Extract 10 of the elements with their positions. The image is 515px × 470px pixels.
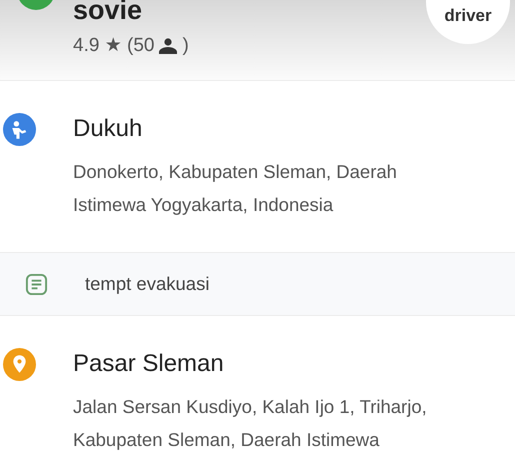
rating-text: ): [182, 34, 189, 56]
note-icon: [25, 272, 48, 296]
place-name: Pasar Sleman: [73, 349, 225, 379]
driver-badge: driver: [426, 0, 510, 44]
place-name: Dukuh: [73, 114, 144, 144]
person-icon: [158, 38, 178, 54]
note-text: tempt evakuasi: [85, 273, 210, 295]
place-address: Jalan Sersan Kusdiyo, Kalah Ijo 1, Triharjo, Kabupaten Sleman, Daerah Istimewa: [73, 395, 428, 452]
place-address: Donokerto, Kabupaten Sleman, Daerah Istimewa Yogyakarta, Indonesia: [73, 160, 398, 217]
rating-text: 4.9 ★ (50: [73, 34, 154, 57]
